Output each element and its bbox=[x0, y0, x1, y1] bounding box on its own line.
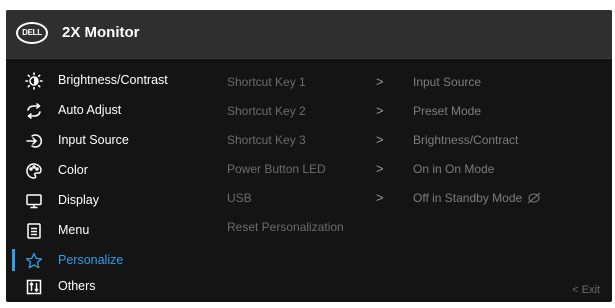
menu-item-label: Menu bbox=[58, 223, 90, 237]
option-shortcut-key-3[interactable]: Shortcut Key 3 bbox=[227, 133, 397, 147]
menu-item-menu[interactable]: Menu bbox=[6, 217, 216, 245]
value-shortcut-key-3: Brightness/Contract bbox=[413, 133, 519, 147]
value-shortcut-key-1: Input Source bbox=[413, 75, 482, 89]
value-shortcut-key-2: Preset Mode bbox=[413, 104, 482, 118]
menu-item-brightness-contrast[interactable]: Brightness/Contrast bbox=[6, 67, 216, 95]
menu-item-label: Brightness/Contrast bbox=[58, 73, 168, 87]
selection-indicator bbox=[12, 249, 15, 271]
menu-item-input-source[interactable]: Input Source bbox=[6, 127, 216, 155]
menu-item-label: Input Source bbox=[58, 133, 129, 147]
value-usb: Off in Standby Mode bbox=[413, 191, 603, 205]
option-shortcut-key-1[interactable]: Shortcut Key 1 bbox=[227, 75, 397, 89]
menu-item-label: Auto Adjust bbox=[58, 103, 122, 117]
color-icon bbox=[24, 162, 44, 180]
menu-item-auto-adjust[interactable]: Auto Adjust bbox=[6, 97, 216, 125]
option-reset-personalization[interactable]: Reset Personalization bbox=[227, 220, 397, 234]
menu-icon bbox=[24, 222, 44, 240]
menu-item-label: Personalize bbox=[58, 253, 124, 267]
chevron-right-icon: > bbox=[376, 161, 384, 176]
dell-logo: DELL bbox=[16, 22, 48, 44]
others-icon bbox=[24, 278, 44, 296]
value-usb-label: Off in Standby Mode bbox=[413, 191, 523, 205]
osd-panel: DELL 2X Monitor Brightness/Contrast Auto… bbox=[6, 10, 612, 302]
input-source-icon bbox=[24, 132, 44, 150]
menu-item-others[interactable]: Others bbox=[6, 273, 216, 301]
display-icon bbox=[24, 192, 44, 210]
exit-button[interactable]: < Exit bbox=[572, 284, 600, 296]
star-icon bbox=[24, 252, 44, 270]
value-power-button-led: On in On Mode bbox=[413, 162, 495, 176]
option-shortcut-key-2[interactable]: Shortcut Key 2 bbox=[227, 104, 397, 118]
menu-item-display[interactable]: Display bbox=[6, 187, 216, 215]
model-title: 2X Monitor bbox=[62, 24, 140, 41]
chevron-right-icon: > bbox=[376, 132, 384, 147]
chevron-right-icon: > bbox=[376, 74, 384, 89]
menu-item-label: Others bbox=[58, 279, 96, 293]
brightness-icon bbox=[24, 72, 44, 90]
monitor-osd: DELL 2X Monitor Brightness/Contrast Auto… bbox=[0, 0, 615, 308]
menu-item-label: Display bbox=[58, 193, 99, 207]
menu-item-personalize[interactable]: Personalize bbox=[6, 247, 216, 275]
usb-icon bbox=[527, 192, 541, 204]
osd-header: DELL 2X Monitor bbox=[6, 10, 612, 59]
menu-item-color[interactable]: Color bbox=[6, 157, 216, 185]
menu-item-label: Color bbox=[58, 163, 88, 177]
chevron-right-icon: > bbox=[376, 103, 384, 118]
option-power-button-led[interactable]: Power Button LED bbox=[227, 162, 397, 176]
option-usb[interactable]: USB bbox=[227, 191, 397, 205]
chevron-right-icon: > bbox=[376, 190, 384, 205]
auto-adjust-icon bbox=[24, 102, 44, 120]
